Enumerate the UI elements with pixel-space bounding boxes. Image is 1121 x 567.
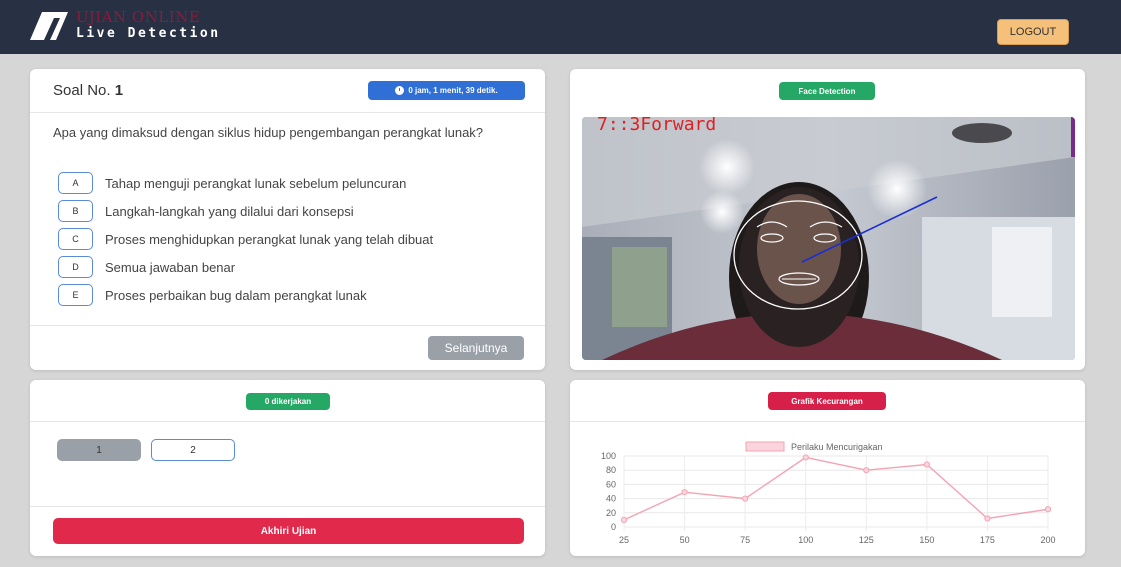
option-d[interactable]: D Semua jawaban benar xyxy=(58,256,235,278)
suspicious-behavior-chart: Perilaku Mencurigakan 0 20 40 60 80 100 25 50 75 1… xyxy=(601,441,1056,545)
option-text: Semua jawaban benar xyxy=(105,259,236,275)
option-key[interactable]: B xyxy=(58,200,93,222)
data-point xyxy=(863,467,870,474)
option-text: Tahap menguji perangkat lunak sebelum pe… xyxy=(105,175,407,191)
legend-swatch xyxy=(745,441,785,452)
option-key[interactable]: A xyxy=(58,172,93,194)
end-exam-button[interactable]: Akhiri Ujian xyxy=(53,518,524,544)
question-nav-button-2[interactable]: 2 xyxy=(151,439,235,461)
option-key[interactable]: E xyxy=(58,284,93,306)
question-number: 1 xyxy=(114,82,124,99)
legend-label: Perilaku Mencurigakan xyxy=(791,442,883,452)
x-tick-label: 200 xyxy=(1040,535,1055,545)
chart-card-header: Grafik Kecurangan xyxy=(570,380,1085,422)
y-tick-label: 80 xyxy=(606,465,616,475)
x-tick-label: 175 xyxy=(980,535,995,545)
face-detection-header: Face Detection xyxy=(570,69,1085,113)
question-nav-button-1[interactable]: 1 xyxy=(57,439,141,461)
progress-card: 0 dikerjakan 1 2 Akhiri Ujian xyxy=(30,380,545,556)
data-point xyxy=(923,461,930,468)
face-detection-badge: Face Detection xyxy=(779,82,875,100)
y-tick-label: 100 xyxy=(601,451,616,461)
logout-button[interactable]: LOGOUT xyxy=(997,19,1069,45)
question-card: Soal No. 1 0 jam, 1 menit, 39 detik. Apa… xyxy=(30,69,545,370)
question-text: Apa yang dimaksud dengan siklus hidup pe… xyxy=(53,125,484,140)
data-point xyxy=(681,489,688,496)
x-tick-label: 75 xyxy=(740,535,750,545)
y-tick-label: 0 xyxy=(611,522,616,532)
answered-count-badge: 0 dikerjakan xyxy=(246,393,330,410)
webcam-image: 7::3Forward xyxy=(582,117,1075,360)
question-title-prefix: Soal No. xyxy=(53,82,111,99)
progress-card-header: 0 dikerjakan xyxy=(30,380,545,422)
timer-badge: 0 jam, 1 menit, 39 detik. xyxy=(368,81,525,100)
data-point xyxy=(984,515,991,522)
cheating-chart-card: Grafik Kecurangan Perilaku Mencurigakan 0… xyxy=(570,380,1085,556)
question-card-header: Soal No. 1 0 jam, 1 menit, 39 detik. xyxy=(30,69,545,113)
data-point xyxy=(802,454,809,461)
option-e[interactable]: E Proses perbaikan bug dalam perangkat l… xyxy=(58,284,367,306)
data-point xyxy=(620,516,628,524)
pose-overlay-text: 7::3Forward xyxy=(597,117,716,135)
x-tick-label: 50 xyxy=(680,535,690,545)
option-a[interactable]: A Tahap menguji perangkat lunak sebelum … xyxy=(58,172,406,194)
option-key[interactable]: C xyxy=(58,228,93,250)
option-c[interactable]: C Proses menghidupkan perangkat lunak ya… xyxy=(58,228,433,250)
brand-title: UJIAN ONLINE xyxy=(76,8,201,26)
timer-text: 0 jam, 1 menit, 39 detik. xyxy=(408,86,498,95)
x-tick-label: 100 xyxy=(798,535,813,545)
question-title: Soal No. 1 xyxy=(53,82,123,99)
chart-title-badge: Grafik Kecurangan xyxy=(768,392,886,410)
x-tick-label: 25 xyxy=(619,535,629,545)
option-text: Proses perbaikan bug dalam perangkat lun… xyxy=(105,287,367,303)
y-tick-label: 40 xyxy=(606,494,616,504)
series-line xyxy=(623,456,1049,521)
data-point xyxy=(1044,506,1052,513)
x-tick-label: 125 xyxy=(859,535,874,545)
logo-icon xyxy=(30,12,68,40)
clock-icon xyxy=(395,86,405,95)
divider xyxy=(30,325,545,326)
option-text: Proses menghidupkan perangkat lunak yang… xyxy=(105,231,434,247)
y-tick-label: 20 xyxy=(606,508,616,518)
divider xyxy=(30,506,545,507)
webcam-feed: 7::3Forward xyxy=(582,117,1075,360)
brand-subtitle: Live Detection xyxy=(76,26,221,41)
top-navbar: UJIAN ONLINE Live Detection LOGOUT xyxy=(0,0,1121,54)
option-text: Langkah-langkah yang dilalui dari konsep… xyxy=(105,203,354,219)
option-b[interactable]: B Langkah-langkah yang dilalui dari kons… xyxy=(58,200,354,222)
face-detection-card: Face Detection 7::3Forward xyxy=(570,69,1085,370)
y-tick-label: 60 xyxy=(606,479,616,489)
next-button[interactable]: Selanjutnya xyxy=(428,336,524,360)
x-tick-label: 150 xyxy=(919,535,934,545)
option-key[interactable]: D xyxy=(58,256,93,278)
data-point xyxy=(742,495,749,502)
